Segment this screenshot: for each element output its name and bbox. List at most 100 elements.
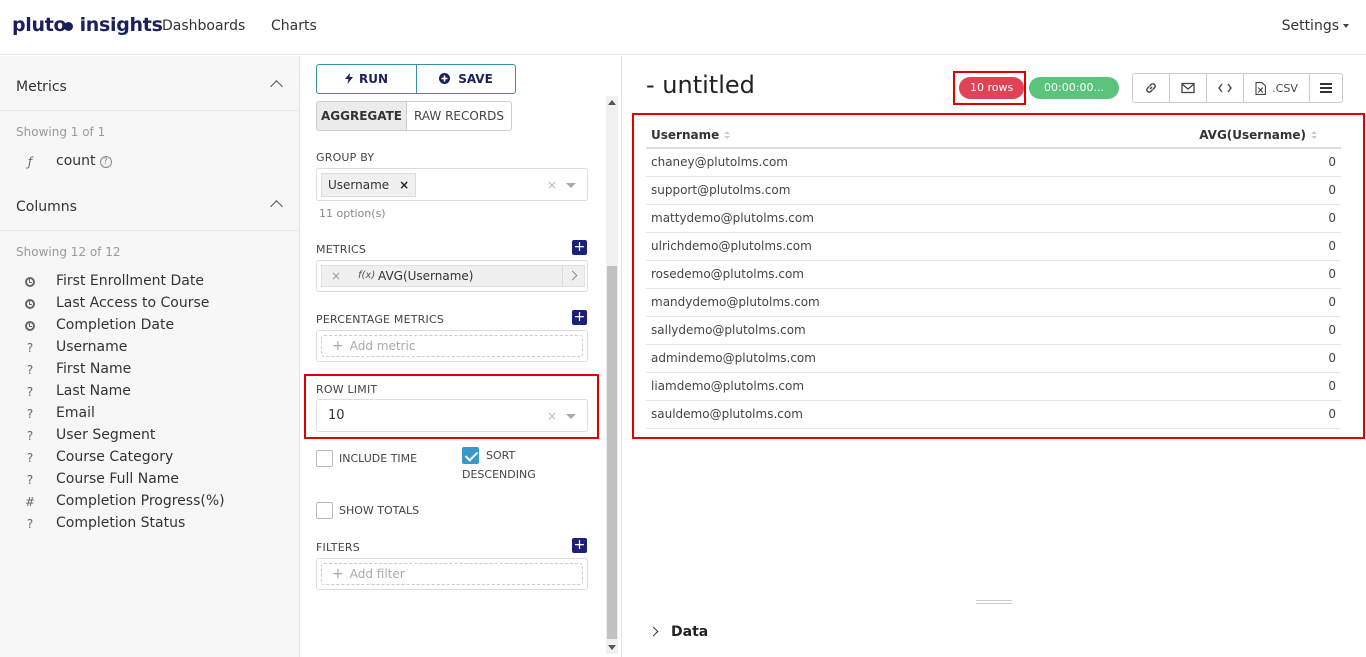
cell-avg: 0: [1027, 316, 1341, 345]
string-type-icon: ?: [26, 451, 34, 465]
columns-section-title: Columns: [16, 199, 77, 215]
column-item[interactable]: Completion Date: [0, 317, 300, 337]
column-label: Completion Status: [56, 515, 186, 531]
panel-resize-handle[interactable]: [976, 600, 1012, 604]
metric-item-count[interactable]: ƒ count?: [0, 153, 300, 173]
caret-down-icon: [1343, 24, 1349, 28]
nav-charts[interactable]: Charts: [271, 18, 317, 34]
chevron-right-icon[interactable]: [562, 266, 584, 286]
string-type-icon: ?: [26, 517, 34, 531]
raw-records-tab[interactable]: RAW RECORDS: [406, 101, 512, 131]
aggregate-tab[interactable]: AGGREGATE: [316, 101, 407, 131]
app-logo[interactable]: pluto insights: [12, 14, 163, 36]
column-label: Email: [56, 405, 95, 421]
metrics-box: × f(x) AVG(Username): [316, 260, 588, 292]
chart-title[interactable]: - untitled: [646, 71, 755, 99]
row-limit-label: ROW LIMIT: [316, 383, 378, 396]
table-row: mandydemo@plutolms.com 0: [646, 288, 1341, 317]
column-item[interactable]: ? Email: [0, 405, 300, 425]
column-item[interactable]: ? Last Name: [0, 383, 300, 403]
sort-label: SORT: [486, 449, 516, 462]
column-item[interactable]: ? Course Full Name: [0, 471, 300, 491]
results-table: Username AVG(Username) chaney@plutolms.c…: [646, 122, 1341, 429]
string-type-icon: ?: [26, 385, 34, 399]
string-type-icon: ?: [26, 363, 34, 377]
nav-settings[interactable]: Settings: [1282, 18, 1349, 34]
cell-username: support@plutolms.com: [646, 176, 1028, 205]
link-button[interactable]: [1133, 74, 1170, 102]
chart-actions-toolbar: .CSV: [1132, 73, 1343, 103]
column-item[interactable]: Last Access to Course: [0, 295, 300, 315]
column-item[interactable]: ? First Name: [0, 361, 300, 381]
cell-username: admindemo@plutolms.com: [646, 344, 1028, 373]
embed-code-button[interactable]: [1207, 74, 1244, 102]
cell-avg: 0: [1027, 148, 1341, 177]
column-item[interactable]: First Enrollment Date: [0, 273, 300, 293]
dropdown-caret-icon[interactable]: [566, 414, 576, 419]
add-percentage-metric-plus-icon[interactable]: +: [572, 310, 587, 325]
export-csv-button[interactable]: .CSV: [1244, 74, 1310, 102]
bolt-icon: [344, 73, 353, 84]
scroll-down-arrow-icon[interactable]: [608, 645, 616, 650]
add-filter-button[interactable]: + Add filter: [321, 563, 583, 585]
scroll-up-arrow-icon[interactable]: [608, 100, 616, 105]
cell-username: mandydemo@plutolms.com: [646, 288, 1028, 317]
column-item[interactable]: ? Course Category: [0, 449, 300, 469]
clear-icon[interactable]: ×: [547, 178, 557, 192]
remove-tag-icon[interactable]: ×: [399, 178, 409, 192]
metric-pill[interactable]: × f(x) AVG(Username): [321, 265, 585, 287]
datasource-panel: Metrics Showing 1 of 1 ƒ count? Columns …: [0, 56, 300, 657]
filters-label: FILTERS: [316, 541, 360, 554]
sort-icon: [724, 130, 731, 140]
email-button[interactable]: [1170, 74, 1207, 102]
columns-section-header[interactable]: Columns: [0, 176, 300, 231]
scrollbar-thumb[interactable]: [607, 266, 617, 639]
metrics-section-header[interactable]: Metrics: [0, 56, 300, 111]
group-by-tag: Username ×: [321, 173, 417, 197]
table-row: sauldemo@plutolms.com 0: [646, 400, 1341, 429]
descending-label: DESCENDING: [462, 468, 536, 481]
save-label: SAVE: [458, 72, 493, 86]
column-item[interactable]: ? Completion Status: [0, 515, 300, 535]
column-header-username[interactable]: Username: [646, 122, 1028, 149]
help-icon[interactable]: ?: [99, 156, 112, 168]
sort-descending-checkbox[interactable]: [462, 447, 479, 464]
string-type-icon: ?: [26, 341, 34, 355]
add-filter-plus-icon[interactable]: +: [572, 538, 587, 553]
query-timer-badge: 00:00:00...: [1029, 77, 1119, 99]
cell-username: sauldemo@plutolms.com: [646, 400, 1028, 429]
group-by-select[interactable]: Username × ×: [316, 168, 588, 201]
chevron-right-icon: [648, 626, 659, 637]
add-filter-placeholder: Add filter: [349, 567, 405, 581]
add-metric-button[interactable]: + Add metric: [321, 335, 583, 357]
top-navbar: pluto insights Dashboards Charts Setting…: [0, 0, 1366, 55]
nav-dashboards[interactable]: Dashboards: [162, 18, 245, 34]
email-icon: [1181, 82, 1195, 94]
run-label: RUN: [358, 72, 389, 86]
add-metric-placeholder: Add metric: [349, 339, 416, 353]
remove-metric-icon[interactable]: ×: [331, 266, 341, 286]
column-item[interactable]: # Completion Progress(%): [0, 493, 300, 513]
string-type-icon: ?: [26, 473, 34, 487]
show-totals-checkbox[interactable]: [316, 502, 333, 519]
plus-icon: +: [332, 566, 344, 582]
column-item[interactable]: ? User Segment: [0, 427, 300, 447]
cell-username: chaney@plutolms.com: [646, 148, 1028, 177]
settings-label: Settings: [1281, 18, 1339, 34]
row-limit-select[interactable]: 10 ×: [316, 399, 588, 432]
cell-avg: 0: [1027, 400, 1341, 429]
data-section-toggle[interactable]: Data: [648, 624, 708, 640]
clear-icon[interactable]: ×: [547, 409, 557, 423]
control-panel-scrollbar[interactable]: [606, 96, 618, 654]
add-metric-plus-icon[interactable]: +: [572, 240, 587, 255]
include-time-checkbox[interactable]: [316, 450, 333, 467]
run-button[interactable]: RUN: [316, 64, 417, 94]
column-item[interactable]: ? Username: [0, 339, 300, 359]
column-label: User Segment: [56, 427, 156, 443]
dropdown-caret-icon[interactable]: [566, 183, 576, 188]
column-header-avg-username[interactable]: AVG(Username): [1027, 122, 1341, 149]
column-header-label: Username: [651, 127, 720, 142]
more-menu-button[interactable]: [1310, 74, 1342, 102]
column-label: Username: [56, 339, 128, 355]
save-button[interactable]: SAVE: [416, 64, 516, 94]
